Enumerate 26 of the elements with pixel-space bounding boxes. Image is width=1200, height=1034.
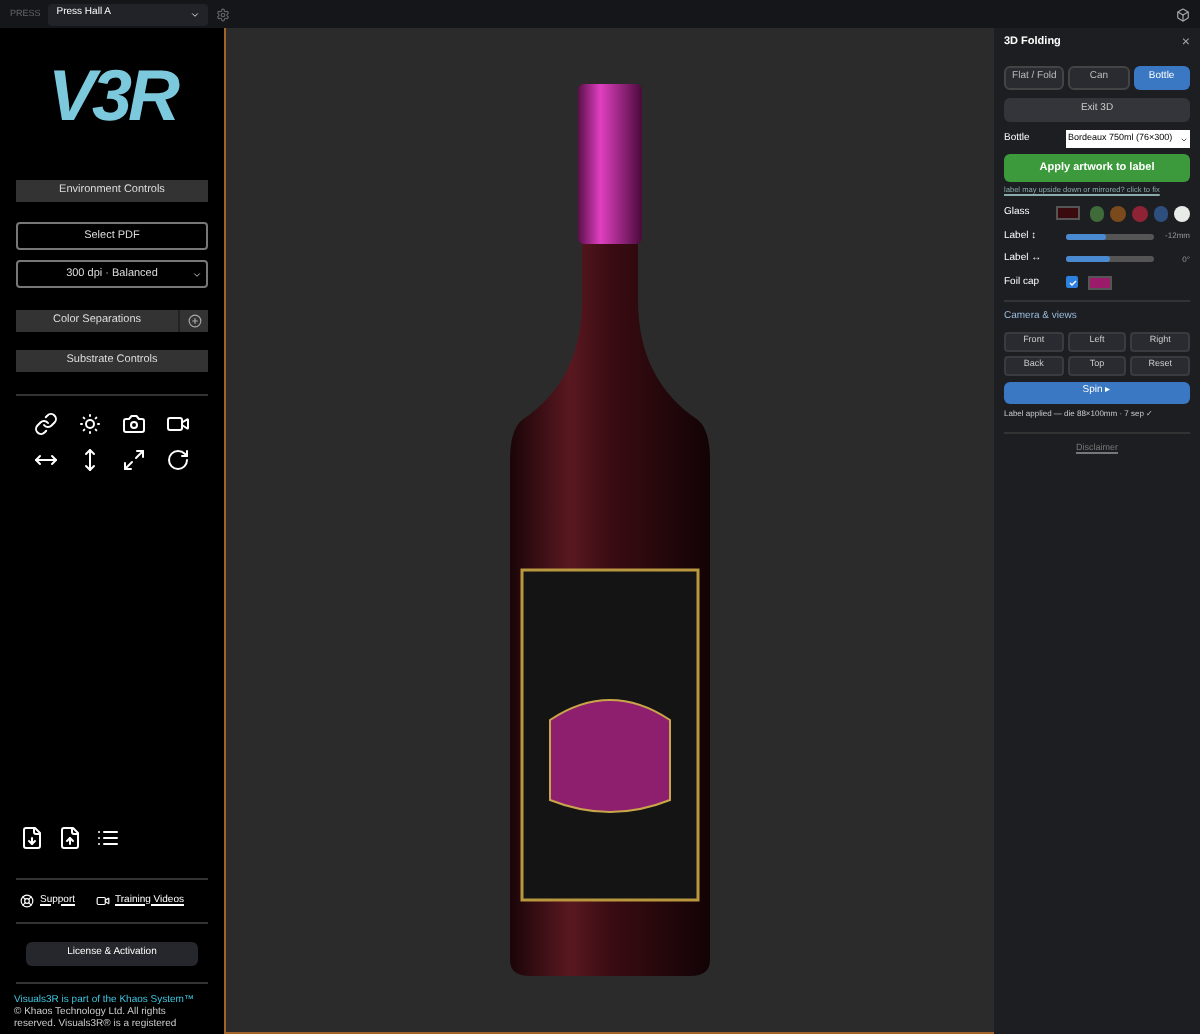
color-preset[interactable] [1153, 205, 1169, 222]
file-download-icon[interactable] [20, 825, 44, 849]
chevron-icon [192, 269, 202, 279]
diagonal-arrows-icon[interactable] [122, 448, 146, 472]
logo: V3R [47, 56, 177, 140]
slider-track[interactable] [1066, 256, 1154, 263]
settings-icon[interactable] [216, 7, 231, 21]
camera-icon[interactable] [122, 412, 146, 436]
slider-track[interactable] [1066, 233, 1154, 240]
rotate-icon[interactable] [166, 448, 190, 472]
color-preset[interactable] [1131, 205, 1148, 222]
color-preset[interactable] [1110, 205, 1126, 222]
link-icon[interactable] [34, 412, 58, 436]
color-preset[interactable] [1174, 205, 1190, 222]
cube-icon[interactable] [1176, 7, 1190, 21]
lifebuoy-icon [20, 893, 34, 908]
expand-icon[interactable] [187, 314, 201, 328]
color-swatch[interactable] [1088, 275, 1112, 290]
light-icon[interactable] [78, 412, 102, 436]
file-upload-icon[interactable] [58, 825, 82, 849]
video-icon [95, 893, 110, 908]
color-swatch[interactable] [1056, 206, 1080, 221]
color-preset[interactable] [1089, 205, 1105, 222]
video-camera-icon[interactable] [166, 412, 190, 436]
foil-checkbox[interactable] [1066, 276, 1078, 289]
chevron-icon [190, 9, 201, 19]
